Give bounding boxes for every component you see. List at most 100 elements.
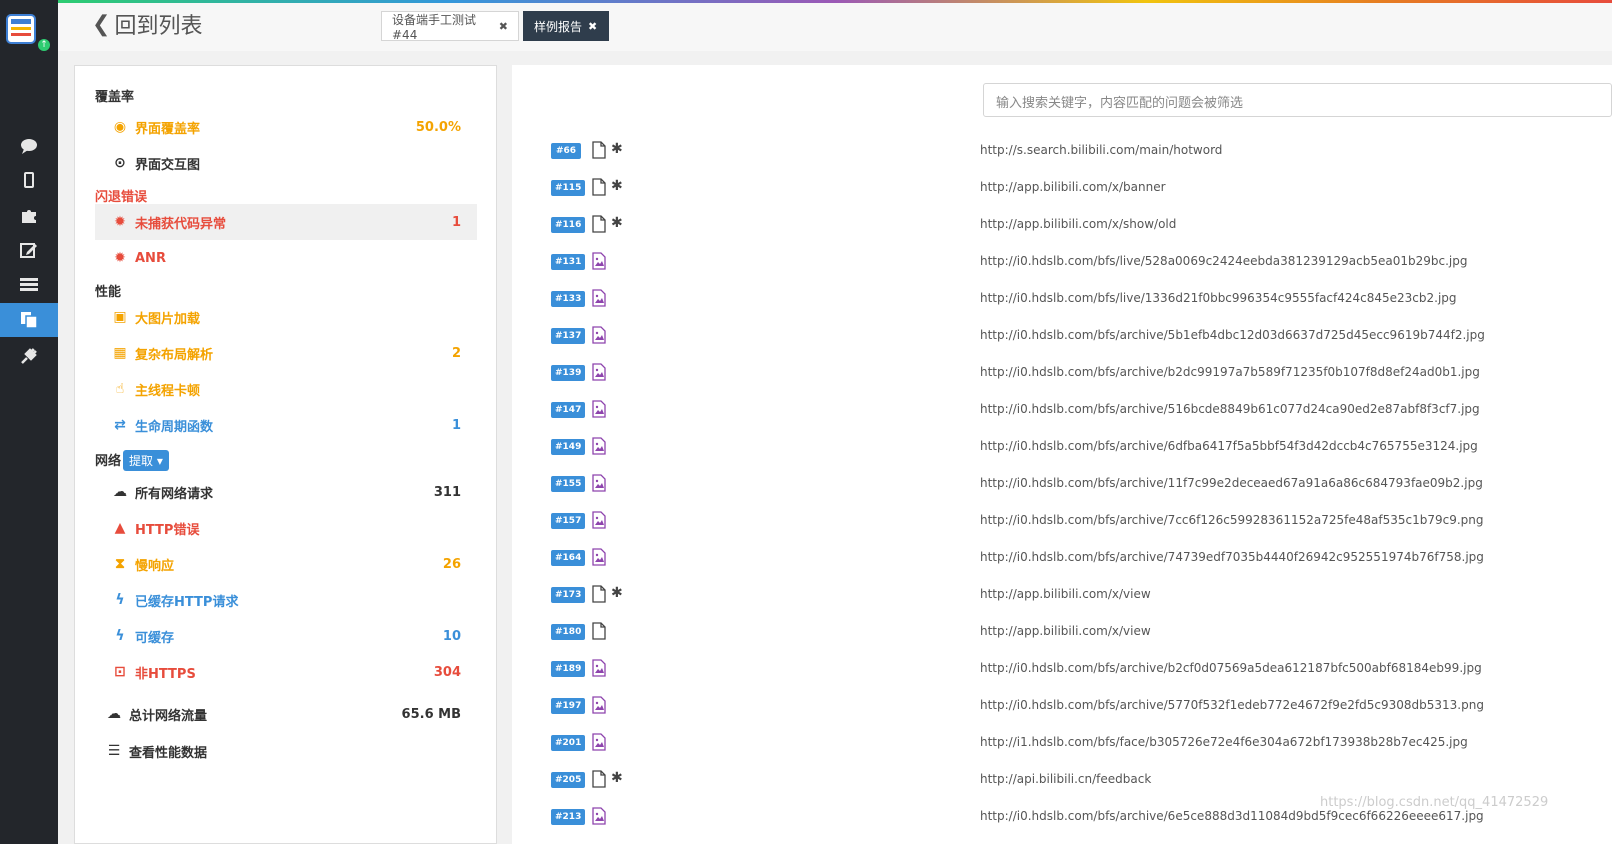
- bolt-icon: ϟ: [115, 628, 125, 644]
- issue-url[interactable]: http://i1.hdslb.com/bfs/face/b305726e72e…: [980, 735, 1468, 749]
- issue-row[interactable]: #205 ✱ http://api.bilibili.cn/feedback: [551, 770, 1611, 790]
- issue-row[interactable]: #149 http://i0.hdslb.com/bfs/archive/6dfb…: [551, 437, 1611, 457]
- tab-sample-report[interactable]: 样例报告 ✖: [523, 11, 609, 41]
- issue-row[interactable]: #66 ✱ http://s.search.bilibili.com/main/ho…: [551, 141, 1611, 161]
- issue-url[interactable]: http://i0.hdslb.com/bfs/archive/7cc6f126…: [980, 513, 1483, 527]
- issue-url[interactable]: http://app.bilibili.com/x/show/old: [980, 217, 1176, 231]
- chat-icon[interactable]: [0, 129, 58, 163]
- issue-id-badge[interactable]: #66: [551, 143, 581, 159]
- issue-url[interactable]: http://i0.hdslb.com/bfs/archive/b2cf0d07…: [980, 661, 1482, 675]
- issue-url[interactable]: http://app.bilibili.com/x/view: [980, 624, 1151, 638]
- issue-id-badge[interactable]: #173: [551, 587, 586, 603]
- sidebar-item-cached-requests[interactable]: ϟ 已缓存HTTP请求: [95, 582, 477, 618]
- issue-url[interactable]: http://i0.hdslb.com/bfs/archive/6e5ce888…: [980, 809, 1484, 823]
- issue-id-badge[interactable]: #155: [551, 476, 586, 492]
- issue-row[interactable]: #116 ✱ http://app.bilibili.com/x/show/old: [551, 215, 1611, 235]
- sidebar-item-slow-response[interactable]: ⧗ 慢响应 26: [95, 546, 477, 582]
- issue-url[interactable]: http://app.bilibili.com/x/view: [980, 587, 1151, 601]
- sidebar-item-all-requests[interactable]: ☁ 所有网络请求 311: [95, 474, 477, 510]
- app-logo[interactable]: [6, 14, 36, 44]
- issue-url[interactable]: http://i0.hdslb.com/bfs/live/1336d21f0bb…: [980, 291, 1457, 305]
- search-input[interactable]: 输入搜索关键字，内容匹配的问题会被筛选: [983, 83, 1612, 117]
- sidebar-item-ui-interaction-graph[interactable]: ⊙ 界面交互图: [95, 145, 477, 181]
- issue-id-badge[interactable]: #157: [551, 513, 586, 529]
- issue-row[interactable]: #147 http://i0.hdslb.com/bfs/archive/516b…: [551, 400, 1611, 420]
- issue-url[interactable]: http://i0.hdslb.com/bfs/archive/74739edf…: [980, 550, 1484, 564]
- sidebar-item-total-traffic[interactable]: ☁ 总计网络流量 65.6 MB: [89, 696, 477, 732]
- issue-row[interactable]: #180 http://app.bilibili.com/x/view: [551, 622, 1611, 642]
- copy-icon[interactable]: [0, 303, 58, 337]
- puzzle-icon[interactable]: [0, 198, 58, 232]
- issue-id-badge[interactable]: #213: [551, 809, 586, 825]
- close-icon[interactable]: ✖: [588, 20, 597, 33]
- fetch-dropdown-button[interactable]: 提取 ▾: [123, 450, 169, 471]
- issue-url[interactable]: http://api.bilibili.cn/feedback: [980, 772, 1151, 786]
- sidebar-item-main-thread-jank[interactable]: ☝ 主线程卡顿: [95, 371, 477, 407]
- back-to-list-link[interactable]: ❮ 回到列表: [92, 8, 202, 40]
- sidebar-item-label: 生命周期函数: [135, 419, 214, 435]
- issue-id-badge[interactable]: #197: [551, 698, 586, 714]
- issue-row[interactable]: #131 http://i0.hdslb.com/bfs/live/528a006…: [551, 252, 1611, 272]
- issue-id-badge[interactable]: #180: [551, 624, 586, 640]
- issue-row[interactable]: #137 http://i0.hdslb.com/bfs/archive/5b1e…: [551, 326, 1611, 346]
- sidebar-item-large-image[interactable]: ▣ 大图片加载: [95, 299, 477, 335]
- issue-url[interactable]: http://i0.hdslb.com/bfs/archive/5b1efb4d…: [980, 328, 1485, 342]
- sidebar-item-http-error[interactable]: ▲ HTTP错误: [95, 510, 477, 546]
- sidebar-item-ui-coverage[interactable]: ◉ 界面覆盖率 50.0%: [95, 109, 477, 145]
- issue-url[interactable]: http://app.bilibili.com/x/banner: [980, 180, 1166, 194]
- sidebar-item-cacheable[interactable]: ϟ 可缓存 10: [95, 618, 477, 654]
- sidebar-item-lifecycle[interactable]: ⇄ 生命周期函数 1: [95, 407, 477, 443]
- issue-url[interactable]: http://i0.hdslb.com/bfs/archive/11f7c99e…: [980, 476, 1483, 490]
- issue-url[interactable]: http://i0.hdslb.com/bfs/archive/b2dc9919…: [980, 365, 1480, 379]
- issue-id-badge[interactable]: #164: [551, 550, 586, 566]
- image-file-icon: [592, 326, 606, 344]
- list-icon[interactable]: [0, 268, 58, 302]
- issue-id-badge[interactable]: #201: [551, 735, 586, 751]
- sidebar-item-label: 界面覆盖率: [135, 121, 201, 137]
- issue-id-badge[interactable]: #115: [551, 180, 586, 196]
- issue-id-badge[interactable]: #189: [551, 661, 586, 677]
- issue-url[interactable]: http://s.search.bilibili.com/main/hotwor…: [980, 143, 1222, 157]
- issue-row[interactable]: #189 http://i0.hdslb.com/bfs/archive/b2cf…: [551, 659, 1611, 679]
- close-icon[interactable]: ✖: [499, 20, 508, 33]
- issue-row[interactable]: #173 ✱ http://app.bilibili.com/x/view: [551, 585, 1611, 605]
- issue-id-badge[interactable]: #205: [551, 772, 586, 788]
- left-nav-bar: ↑: [0, 0, 58, 844]
- issue-row[interactable]: #197 http://i0.hdslb.com/bfs/archive/5770…: [551, 696, 1611, 716]
- sidebar-item-anr[interactable]: ✹ ANR: [95, 240, 477, 276]
- sidebar-item-label: 所有网络请求: [135, 486, 214, 502]
- watermark: https://blog.csdn.net/qq_41472529: [1320, 795, 1549, 810]
- hourglass-icon: ⧗: [115, 556, 125, 572]
- issue-url[interactable]: http://i0.hdslb.com/bfs/archive/6dfba641…: [980, 439, 1478, 453]
- tab-device-test[interactable]: 设备端手工测试#44 ✖: [381, 11, 519, 42]
- issue-id-badge[interactable]: #149: [551, 439, 586, 455]
- issue-id-badge[interactable]: #137: [551, 328, 586, 344]
- sidebar-item-complex-layout[interactable]: ▦ 复杂布局解析 2: [95, 335, 477, 371]
- issue-id-badge[interactable]: #131: [551, 254, 586, 270]
- sidebar-item-label: 已缓存HTTP请求: [135, 594, 239, 610]
- issue-row[interactable]: #155 http://i0.hdslb.com/bfs/archive/11f7…: [551, 474, 1611, 494]
- edit-icon[interactable]: [0, 233, 58, 267]
- issue-id-badge[interactable]: #147: [551, 402, 586, 418]
- sidebar-item-label: ANR: [135, 250, 166, 266]
- issue-url[interactable]: http://i0.hdslb.com/bfs/archive/5770f532…: [980, 698, 1484, 712]
- sidebar-item-value: 2: [451, 345, 461, 361]
- bolt-icon: ϟ: [115, 592, 125, 608]
- issue-url[interactable]: http://i0.hdslb.com/bfs/live/528a0069c24…: [980, 254, 1467, 268]
- issue-url[interactable]: http://i0.hdslb.com/bfs/archive/516bcde8…: [980, 402, 1480, 416]
- plug-icon[interactable]: [0, 339, 58, 373]
- issue-row[interactable]: #157 http://i0.hdslb.com/bfs/archive/7cc6…: [551, 511, 1611, 531]
- sidebar-item-perf-data[interactable]: ☰ 查看性能数据: [89, 733, 477, 769]
- issue-id-badge[interactable]: #139: [551, 365, 586, 381]
- issue-row[interactable]: #133 http://i0.hdslb.com/bfs/live/1336d21…: [551, 289, 1611, 309]
- issue-row[interactable]: #201 http://i1.hdslb.com/bfs/face/b305726…: [551, 733, 1611, 753]
- issue-row[interactable]: #139 http://i0.hdslb.com/bfs/archive/b2dc…: [551, 363, 1611, 383]
- issue-row[interactable]: #115 ✱ http://app.bilibili.com/x/banner: [551, 178, 1611, 198]
- issue-id-badge[interactable]: #116: [551, 217, 586, 233]
- issue-row[interactable]: #164 http://i0.hdslb.com/bfs/archive/7473…: [551, 548, 1611, 568]
- sidebar-item-uncaught-exception[interactable]: ✹ 未捕获代码异常 1: [95, 204, 477, 240]
- sidebar-item-non-https[interactable]: ⊡ 非HTTPS 304: [95, 654, 477, 690]
- mobile-icon[interactable]: [0, 163, 58, 197]
- issue-row[interactable]: #213 http://i0.hdslb.com/bfs/archive/6e5c…: [551, 807, 1611, 827]
- issue-id-badge[interactable]: #133: [551, 291, 586, 307]
